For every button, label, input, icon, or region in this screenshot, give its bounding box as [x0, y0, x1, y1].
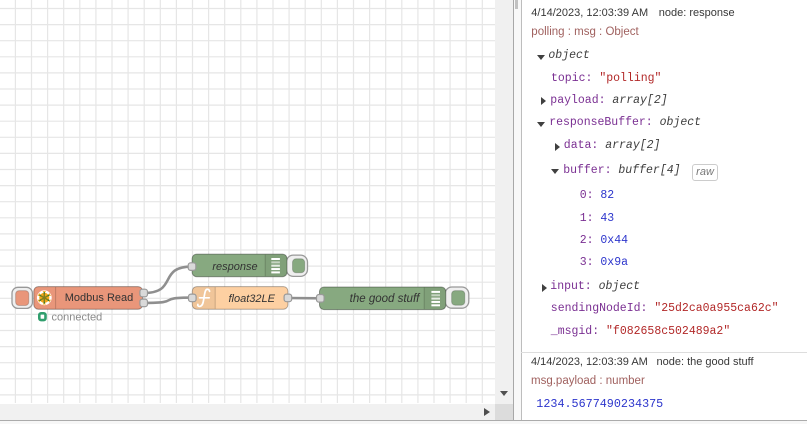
svg-text:response: response [212, 261, 257, 273]
svg-text:the good stuff: the good stuff [350, 293, 421, 305]
svg-text:connected: connected [52, 311, 103, 323]
svg-text:float32LE: float32LE [228, 293, 275, 305]
svg-text:Modbus Read: Modbus Read [65, 292, 134, 304]
